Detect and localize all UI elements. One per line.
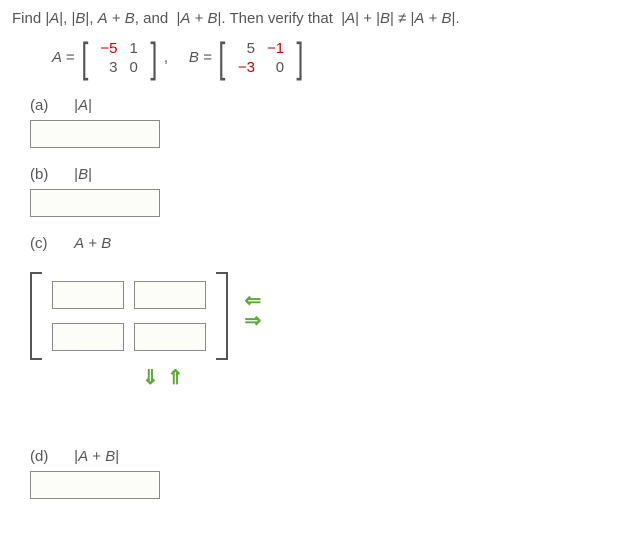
part-c-title: A + B: [74, 235, 111, 252]
remove-column-icon[interactable]: ⇐: [243, 291, 264, 311]
part-a: (a) |A|: [30, 97, 629, 148]
problem-statement: Find |A|, |B|, A + B, and |A + B|. Then …: [12, 10, 629, 27]
part-a-input[interactable]: [30, 120, 160, 148]
matrices-definition: A = [ −5 1 3 0 ] , B = [ 5 −1 −3 0: [52, 37, 629, 79]
part-a-label: (a): [30, 97, 70, 114]
b-r2c2: 0: [261, 58, 290, 77]
b-label: B =: [189, 49, 212, 66]
part-a-title: |A|: [74, 97, 92, 114]
part-c: (c) A + B ⇐ ⇒ ⇓ ⇑: [30, 235, 629, 388]
part-d-label: (d): [30, 448, 70, 465]
part-d: (d) |A + B|: [30, 448, 629, 499]
matrix-a: −5 1 3 0: [94, 39, 143, 77]
a-r1c2: 1: [124, 39, 144, 58]
add-row-icon[interactable]: ⇓: [140, 368, 161, 388]
c-r1c2-input[interactable]: [134, 281, 206, 309]
c-r2c2-input[interactable]: [134, 323, 206, 351]
b-r1c2: −1: [261, 39, 290, 58]
right-bracket-icon: [216, 272, 228, 360]
a-r2c1: 3: [94, 58, 123, 77]
part-b: (b) |B|: [30, 166, 629, 217]
part-b-input[interactable]: [30, 189, 160, 217]
remove-row-icon[interactable]: ⇑: [165, 368, 186, 388]
left-bracket-icon: [30, 272, 42, 360]
part-b-title: |B|: [74, 166, 92, 183]
part-d-input[interactable]: [30, 471, 160, 499]
b-r2c1: −3: [232, 58, 261, 77]
matrix-b: 5 −1 −3 0: [232, 39, 290, 77]
add-column-icon[interactable]: ⇒: [243, 311, 264, 331]
c-r1c1-input[interactable]: [52, 281, 124, 309]
a-r2c2: 0: [124, 58, 144, 77]
problem-intro-text: Find |A|, |B|, A + B, and |A + B|. Then …: [12, 10, 460, 27]
b-r1c1: 5: [232, 39, 261, 58]
c-r2c1-input[interactable]: [52, 323, 124, 351]
part-d-title: |A + B|: [74, 448, 119, 465]
part-c-label: (c): [30, 235, 70, 252]
part-b-label: (b): [30, 166, 70, 183]
a-label: A =: [52, 49, 74, 66]
a-r1c1: −5: [94, 39, 123, 58]
comma: ,: [164, 49, 168, 66]
